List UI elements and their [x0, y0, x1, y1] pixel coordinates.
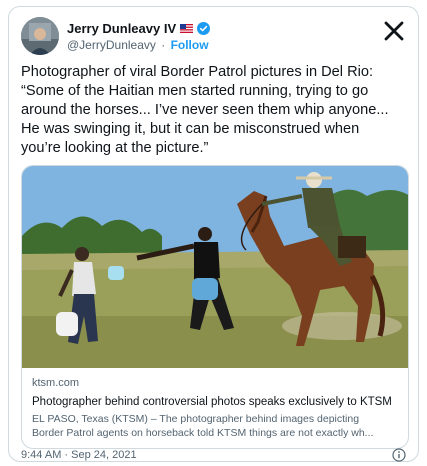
- author-handle[interactable]: @JerryDunleavy: [67, 38, 156, 52]
- us-flag-icon: [180, 23, 194, 33]
- author-name[interactable]: Jerry Dunleavy IV: [67, 21, 176, 36]
- verified-badge-icon: [197, 21, 211, 35]
- card-description-line: Border Patrol agents on horseback told K…: [32, 427, 374, 439]
- card-title[interactable]: Photographer behind controversial photos…: [32, 396, 398, 408]
- tweet-text-line: He was swinging it, but it can be miscon…: [21, 121, 360, 137]
- card-description-line: EL PASO, Texas (KTSM) – The photographer…: [32, 413, 360, 425]
- card-description: EL PASO, Texas (KTSM) – The photographer…: [32, 412, 398, 440]
- link-preview-meta: ktsm.com Photographer behind controversi…: [32, 377, 398, 440]
- avatar[interactable]: [21, 17, 59, 55]
- tweet-text-line: around the horses... I’ve never seen the…: [21, 102, 389, 118]
- x-logo-icon[interactable]: [384, 21, 404, 41]
- info-icon[interactable]: [392, 448, 406, 462]
- tweet-card[interactable]: Jerry Dunleavy IV @JerryDunleavy · Follo…: [8, 6, 419, 462]
- handle-separator: ·: [161, 38, 166, 52]
- tweet-text-line: Photographer of viral Border Patrol pict…: [21, 64, 374, 80]
- tweet-footer: 9:44 AM · Sep 24, 2021: [21, 448, 406, 463]
- card-domain: ktsm.com: [32, 377, 80, 389]
- tweet-text-line: you’re looking at the picture.”: [21, 140, 209, 156]
- author-info: Jerry Dunleavy IV @JerryDunleavy · Follo…: [67, 20, 211, 54]
- tweet-header: Jerry Dunleavy IV @JerryDunleavy · Follo…: [21, 17, 406, 57]
- follow-button[interactable]: Follow: [171, 38, 209, 52]
- tweet-text: Photographer of viral Border Patrol pict…: [21, 63, 413, 158]
- tweet-text-line: “Some of the Haitian men started running…: [21, 83, 369, 99]
- tweet-timestamp[interactable]: 9:44 AM · Sep 24, 2021: [21, 449, 137, 461]
- link-preview-image[interactable]: [22, 166, 409, 368]
- link-preview-card[interactable]: ktsm.com Photographer behind controversi…: [21, 165, 409, 449]
